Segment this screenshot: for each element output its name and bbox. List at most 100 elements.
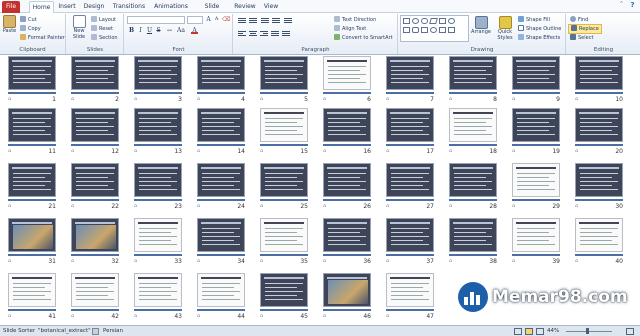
- oval-shape-icon[interactable]: [412, 18, 419, 24]
- slide-thumbnail[interactable]: [386, 273, 434, 307]
- copy-button[interactable]: Copy: [20, 25, 41, 33]
- minimize-ribbon-icon[interactable]: ˆ: [617, 1, 626, 10]
- shrink-font-button[interactable]: A: [213, 16, 220, 23]
- slide-thumbnail[interactable]: [260, 273, 308, 307]
- tab-file[interactable]: File: [2, 1, 20, 13]
- slide-thumbnail[interactable]: [260, 218, 308, 252]
- strikethrough-button[interactable]: S: [155, 27, 162, 34]
- transition-icon[interactable]: ⌂: [8, 203, 11, 209]
- decrease-indent-icon[interactable]: [261, 17, 269, 24]
- transition-icon[interactable]: ⌂: [134, 313, 137, 319]
- shape-effects-button[interactable]: Shape Effects: [518, 34, 560, 42]
- transition-icon[interactable]: ⌂: [449, 258, 452, 264]
- slide-thumbnail[interactable]: [323, 108, 371, 142]
- reset-button[interactable]: Reset: [91, 25, 113, 33]
- layout-button[interactable]: Layout: [91, 16, 116, 24]
- transition-icon[interactable]: ⌂: [197, 96, 200, 102]
- clear-formatting-icon[interactable]: ⌫: [222, 16, 230, 23]
- zoom-level[interactable]: 44%: [547, 326, 559, 336]
- slide-thumbnail[interactable]: [8, 56, 56, 90]
- brace-shape-icon[interactable]: [439, 27, 446, 33]
- slide-thumbnail[interactable]: [449, 163, 497, 197]
- transition-icon[interactable]: ⌂: [449, 148, 452, 154]
- transition-icon[interactable]: ⌂: [8, 96, 11, 102]
- increase-indent-icon[interactable]: [272, 17, 280, 24]
- slide-thumbnail[interactable]: [8, 163, 56, 197]
- transition-icon[interactable]: ⌂: [512, 148, 515, 154]
- transition-icon[interactable]: ⌂: [71, 313, 74, 319]
- font-size-field[interactable]: [187, 16, 203, 24]
- slide-thumbnail[interactable]: [575, 108, 623, 142]
- tab-review[interactable]: Review: [234, 1, 256, 13]
- slide-thumbnail[interactable]: [512, 108, 560, 142]
- transition-icon[interactable]: ⌂: [386, 203, 389, 209]
- section-button[interactable]: Section: [91, 34, 118, 42]
- text-direction-button[interactable]: Text Direction: [334, 16, 376, 24]
- slide-thumbnail[interactable]: [323, 273, 371, 307]
- bold-button[interactable]: B: [128, 27, 135, 34]
- tab-insert[interactable]: Insert: [57, 1, 77, 13]
- transition-icon[interactable]: ⌂: [449, 96, 452, 102]
- transition-icon[interactable]: ⌂: [386, 148, 389, 154]
- smiley-shape-icon[interactable]: [430, 27, 437, 33]
- tab-design[interactable]: Design: [83, 1, 105, 13]
- transition-icon[interactable]: ⌂: [260, 258, 263, 264]
- slide-thumbnail[interactable]: [71, 218, 119, 252]
- slide-thumbnail[interactable]: [71, 273, 119, 307]
- transition-icon[interactable]: ⌂: [134, 203, 137, 209]
- slide-thumbnail[interactable]: [386, 218, 434, 252]
- transition-icon[interactable]: ⌂: [134, 258, 137, 264]
- convert-smartart-button[interactable]: Convert to SmartArt: [334, 34, 393, 42]
- transition-icon[interactable]: ⌂: [575, 203, 578, 209]
- slide-thumbnail[interactable]: [323, 56, 371, 90]
- normal-view-icon[interactable]: [514, 328, 522, 335]
- transition-icon[interactable]: ⌂: [575, 96, 578, 102]
- tab-home[interactable]: Home: [29, 1, 54, 13]
- slide-thumbnail[interactable]: [386, 163, 434, 197]
- slide-thumbnail[interactable]: [575, 163, 623, 197]
- slide-thumbnail[interactable]: [323, 218, 371, 252]
- transition-icon[interactable]: ⌂: [323, 203, 326, 209]
- slide-thumbnail[interactable]: [197, 218, 245, 252]
- transition-icon[interactable]: ⌂: [134, 96, 137, 102]
- slide-thumbnail[interactable]: [575, 56, 623, 90]
- transition-icon[interactable]: ⌂: [134, 148, 137, 154]
- transition-icon[interactable]: ⌂: [449, 203, 452, 209]
- slide-thumbnail[interactable]: [575, 218, 623, 252]
- transition-icon[interactable]: ⌂: [386, 313, 389, 319]
- transition-icon[interactable]: ⌂: [323, 96, 326, 102]
- align-center-icon[interactable]: [249, 30, 257, 37]
- transition-icon[interactable]: ⌂: [71, 258, 74, 264]
- slide-thumbnail[interactable]: [260, 108, 308, 142]
- paste-button[interactable]: Paste: [1, 15, 18, 35]
- slide-thumbnail[interactable]: [512, 163, 560, 197]
- align-left-icon[interactable]: [238, 30, 246, 37]
- textbox-shape-icon[interactable]: [439, 18, 446, 24]
- zoom-slider-thumb[interactable]: [586, 328, 589, 334]
- new-slide-button[interactable]: New Slide: [69, 15, 89, 40]
- char-spacing-icon[interactable]: ↔: [166, 27, 173, 34]
- slide-thumbnail[interactable]: [134, 273, 182, 307]
- circle-shape-icon[interactable]: [448, 18, 455, 24]
- slide-thumbnail[interactable]: [8, 273, 56, 307]
- cut-button[interactable]: Cut: [20, 16, 37, 24]
- line-spacing-icon[interactable]: [284, 17, 292, 24]
- arrange-button[interactable]: Arrange: [470, 16, 492, 36]
- transition-icon[interactable]: ⌂: [8, 258, 11, 264]
- tab-slide-show[interactable]: Slide Show: [196, 1, 228, 22]
- transition-icon[interactable]: ⌂: [260, 313, 263, 319]
- slide-thumbnail[interactable]: [134, 56, 182, 90]
- slide-thumbnail[interactable]: [134, 218, 182, 252]
- slide-thumbnail[interactable]: [260, 163, 308, 197]
- slide-thumbnail[interactable]: [260, 56, 308, 90]
- slide-thumbnail[interactable]: [197, 163, 245, 197]
- shape-fill-button[interactable]: Shape Fill: [518, 16, 550, 24]
- transition-icon[interactable]: ⌂: [197, 258, 200, 264]
- replace-button[interactable]: Replace: [568, 24, 602, 34]
- quick-styles-button[interactable]: Quick Styles: [494, 16, 516, 41]
- slide-thumbnail[interactable]: [449, 108, 497, 142]
- justify-icon[interactable]: [271, 30, 279, 37]
- slide-thumbnail[interactable]: [8, 108, 56, 142]
- tab-transitions[interactable]: Transitions: [112, 1, 146, 13]
- transition-icon[interactable]: ⌂: [260, 96, 263, 102]
